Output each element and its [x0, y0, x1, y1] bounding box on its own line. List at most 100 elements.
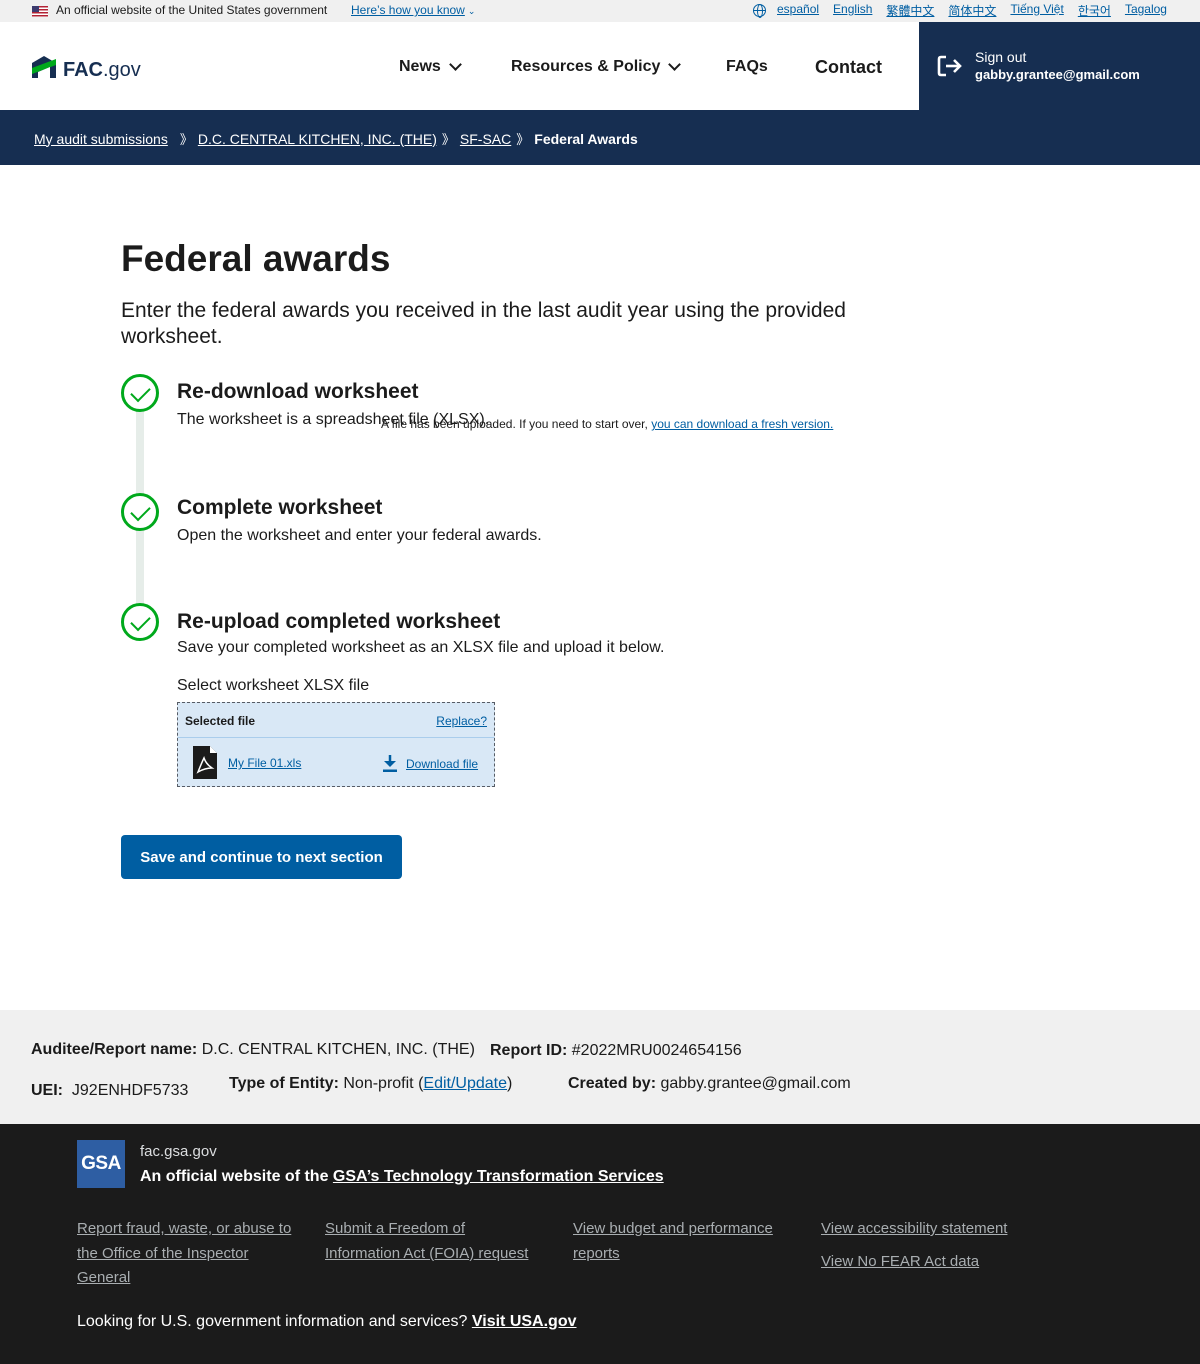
- submission-summary: Auditee/Report name: D.C. CENTRAL KITCHE…: [0, 1010, 1200, 1124]
- uei-field: UEI: J92ENHDF5733: [31, 1082, 188, 1100]
- selected-file-name[interactable]: My File 01.xls: [228, 756, 301, 770]
- upload-note-text: A file has been uploaded. If you need to…: [381, 417, 652, 431]
- sign-out-icon: [937, 55, 962, 77]
- usa-gov-link[interactable]: Visit USA.gov: [472, 1313, 577, 1330]
- auditee-value: D.C. CENTRAL KITCHEN, INC. (THE): [201, 1041, 475, 1058]
- entity-paren: ): [507, 1075, 513, 1092]
- gov-banner: An official website of the United States…: [0, 0, 1200, 22]
- report-id-label: Report ID:: [490, 1042, 568, 1059]
- entity-type-label: Type of Entity:: [229, 1075, 339, 1092]
- breadcrumb-auditee[interactable]: D.C. CENTRAL KITCHEN, INC. (THE): [198, 131, 437, 147]
- language-link-simplified-chinese[interactable]: 简体中文: [948, 2, 996, 19]
- site-logo[interactable]: FAC.gov: [63, 59, 141, 82]
- gov-banner-text: An official website of the United States…: [56, 3, 328, 17]
- step-2-description: Open the worksheet and enter your federa…: [177, 527, 542, 544]
- report-id-field: Report ID: #2022MRU0024654156: [490, 1042, 742, 1060]
- footer-official-prefix: An official website of the: [140, 1168, 333, 1185]
- footer-official-text: An official website of the GSA’s Technol…: [140, 1168, 664, 1186]
- chevron-down-icon: ⌄: [467, 6, 476, 16]
- nav-news[interactable]: News: [399, 58, 462, 76]
- language-list: español English 繁體中文 简体中文 Tiếng Việt 한국어…: [777, 2, 1167, 19]
- nav-resources-policy[interactable]: Resources & Policy: [511, 58, 682, 76]
- auditee-field: Auditee/Report name: D.C. CENTRAL KITCHE…: [31, 1041, 475, 1059]
- download-file-link[interactable]: Download file: [406, 757, 478, 771]
- step-3-description: Save your completed worksheet as an XLSX…: [177, 639, 665, 656]
- nav-news-label: News: [399, 58, 441, 75]
- created-by-field: Created by: gabby.grantee@gmail.com: [568, 1075, 851, 1093]
- step-1-heading: Re-download worksheet: [177, 380, 419, 403]
- footer-link-budget[interactable]: View budget and performance reports: [573, 1217, 788, 1266]
- uei-label: UEI:: [31, 1082, 63, 1099]
- download-icon: [383, 755, 397, 772]
- edit-entity-link[interactable]: Edit/Update: [423, 1075, 507, 1092]
- breadcrumb-separator: 》: [516, 132, 530, 147]
- created-by-label: Created by:: [568, 1075, 657, 1092]
- step-2-heading: Complete worksheet: [177, 496, 383, 519]
- sign-out-panel[interactable]: Sign out gabby.grantee@gmail.com: [919, 22, 1200, 110]
- footer-link-foia[interactable]: Submit a Freedom of Information Act (FOI…: [325, 1217, 540, 1266]
- footer-link-report-fraud[interactable]: Report fraud, waste, or abuse to the Off…: [77, 1217, 292, 1291]
- breadcrumb-bar: My audit submissions 》 D.C. CENTRAL KITC…: [0, 110, 1200, 165]
- breadcrumb-separator: 》: [179, 132, 193, 147]
- language-link-espanol[interactable]: español: [777, 2, 819, 19]
- site-footer: GSA fac.gsa.gov An official website of t…: [0, 1124, 1200, 1364]
- breadcrumb: My audit submissions 》 D.C. CENTRAL KITC…: [34, 129, 638, 148]
- gsa-logo[interactable]: GSA: [77, 1140, 125, 1188]
- file-box-header: Selected file Replace?: [178, 703, 494, 738]
- created-by-value: gabby.grantee@gmail.com: [660, 1075, 851, 1092]
- breadcrumb-sf-sac[interactable]: SF-SAC: [460, 131, 511, 147]
- how-you-know-label: Here’s how you know: [351, 3, 465, 17]
- file-input-label: Select worksheet XLSX file: [177, 677, 370, 694]
- footer-link-accessibility[interactable]: View accessibility statement: [821, 1217, 1051, 1242]
- tts-link[interactable]: GSA’s Technology Transformation Services: [333, 1168, 664, 1185]
- chevron-down-icon: [448, 58, 462, 71]
- step-complete-check-icon: [121, 493, 159, 531]
- nav-contact[interactable]: Contact: [815, 57, 882, 78]
- site-header: FAC.gov News Resources & Policy FAQs Con…: [0, 22, 919, 110]
- upload-note: A file has been uploaded. If you need to…: [381, 417, 833, 431]
- user-email: gabby.grantee@gmail.com: [975, 67, 1140, 82]
- how-you-know-link[interactable]: Here’s how you know ⌄: [351, 3, 475, 17]
- auditee-label: Auditee/Report name:: [31, 1041, 198, 1058]
- nav-faqs[interactable]: FAQs: [726, 58, 768, 76]
- page-title: Federal awards: [121, 238, 391, 279]
- language-link-english[interactable]: English: [833, 2, 872, 19]
- selected-file-title: Selected file: [185, 714, 256, 728]
- file-input-dropzone[interactable]: Selected file Replace? My File 01.xls Do…: [177, 702, 495, 787]
- file-pdf-icon: [193, 746, 217, 779]
- footer-domain: fac.gsa.gov: [140, 1143, 217, 1160]
- page-intro: Enter the federal awards you received in…: [121, 299, 846, 348]
- nav-resources-label: Resources & Policy: [511, 58, 661, 75]
- fac-logo-icon[interactable]: [32, 56, 56, 78]
- language-link-korean[interactable]: 한국어: [1078, 2, 1111, 19]
- breadcrumb-current: Federal Awards: [534, 130, 638, 147]
- save-continue-button[interactable]: Save and continue to next section: [121, 835, 402, 879]
- language-link-vietnamese[interactable]: Tiếng Việt: [1010, 2, 1063, 19]
- replace-file-link[interactable]: Replace?: [436, 714, 487, 728]
- sign-out-label: Sign out: [975, 49, 1027, 65]
- uei-value: J92ENHDF5733: [71, 1082, 189, 1099]
- step-3-heading: Re-upload completed worksheet: [177, 610, 501, 633]
- chevron-down-icon: [668, 58, 682, 71]
- footer-link-no-fear[interactable]: View No FEAR Act data: [821, 1250, 1051, 1275]
- logo-bold-text: FAC: [63, 59, 103, 81]
- breadcrumb-my-audit-submissions[interactable]: My audit submissions: [34, 131, 168, 147]
- step-complete-check-icon: [121, 603, 159, 641]
- entity-type-field: Type of Entity: Non-profit (Edit/Update): [229, 1075, 512, 1093]
- nav-faqs-label: FAQs: [726, 58, 768, 75]
- footer-usa-prefix: Looking for U.S. government information …: [77, 1313, 472, 1330]
- breadcrumb-separator: 》: [441, 132, 455, 147]
- language-link-traditional-chinese[interactable]: 繁體中文: [886, 2, 934, 19]
- globe-icon: [753, 4, 766, 18]
- step-connector: [136, 410, 144, 500]
- step-complete-check-icon: [121, 374, 159, 412]
- step-connector: [136, 528, 144, 610]
- footer-usa-text: Looking for U.S. government information …: [77, 1313, 577, 1331]
- us-flag-icon: [32, 6, 48, 17]
- download-fresh-version-link[interactable]: you can download a fresh version.: [651, 417, 833, 431]
- report-id-value: #2022MRU0024654156: [571, 1042, 742, 1059]
- language-link-tagalog[interactable]: Tagalog: [1125, 2, 1167, 19]
- nav-contact-label: Contact: [815, 57, 882, 77]
- logo-suffix-text: .gov: [103, 59, 141, 81]
- entity-type-value: Non-profit: [343, 1075, 414, 1092]
